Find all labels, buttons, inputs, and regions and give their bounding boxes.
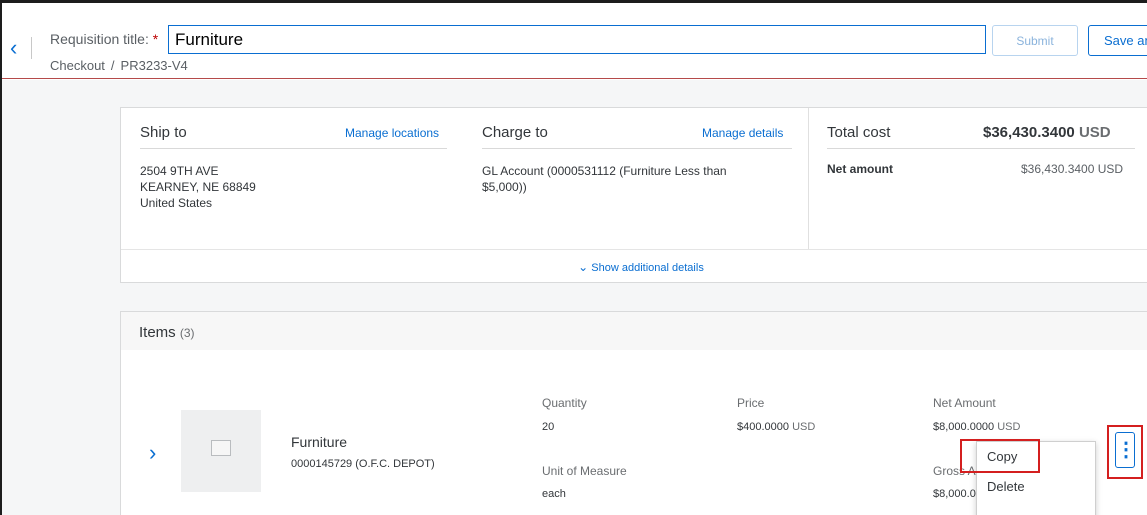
ship-to-title: Ship to bbox=[140, 124, 187, 141]
price-value: $400.0000 USD bbox=[737, 421, 816, 433]
ship-address: 2504 9TH AVE KEARNEY, NE 68849 United St… bbox=[140, 164, 256, 210]
show-additional-details[interactable]: ⌄ Show additional details bbox=[121, 249, 1147, 284]
page-header: ‹ Requisition title: * Checkout/PR3233-V… bbox=[2, 3, 1147, 79]
requisition-title-label: Requisition title: * bbox=[50, 31, 159, 47]
column-divider bbox=[808, 108, 809, 249]
uom-value: each bbox=[542, 488, 566, 500]
requisition-title-input[interactable] bbox=[168, 25, 986, 54]
charge-to-title: Charge to bbox=[482, 124, 548, 141]
chevron-left-icon: ‹ bbox=[10, 35, 18, 60]
item-name[interactable]: Furniture bbox=[291, 434, 347, 450]
expand-item-chevron-icon[interactable]: › bbox=[149, 440, 156, 466]
manage-locations-link[interactable]: Manage locations bbox=[345, 126, 439, 140]
manage-details-link[interactable]: Manage details bbox=[702, 126, 783, 140]
summary-card: Ship to Manage locations 2504 9TH AVE KE… bbox=[120, 107, 1147, 283]
required-marker: * bbox=[152, 31, 159, 47]
back-button[interactable]: ‹ bbox=[10, 37, 32, 59]
divider bbox=[482, 148, 792, 149]
breadcrumb-checkout[interactable]: Checkout bbox=[50, 58, 105, 73]
item-thumbnail bbox=[181, 410, 261, 492]
net-amount-item-value: $8,000.0000 USD bbox=[933, 421, 1021, 433]
app-window: ‹ Requisition title: * Checkout/PR3233-V… bbox=[0, 0, 1147, 515]
net-amount-item-label: Net Amount bbox=[933, 396, 996, 410]
price-label: Price bbox=[737, 396, 765, 410]
quantity-label: Quantity bbox=[542, 396, 587, 410]
net-amount-value: $36,430.3400 USD bbox=[1021, 162, 1124, 176]
divider bbox=[827, 148, 1135, 149]
more-options-highlight-box bbox=[1107, 425, 1143, 479]
divider bbox=[140, 148, 447, 149]
items-header: Items (3) bbox=[120, 311, 1147, 351]
gross-amount-value: $8,000.0 bbox=[933, 488, 976, 500]
save-button[interactable]: Save an bbox=[1088, 25, 1147, 56]
copy-highlight-box bbox=[960, 439, 1040, 473]
uom-label: Unit of Measure bbox=[542, 464, 627, 478]
charge-account: GL Account (0000531112 (Furniture Less t… bbox=[482, 164, 727, 194]
items-title: Items (3) bbox=[139, 324, 195, 341]
item-supplier: 0000145729 (O.F.C. DEPOT) bbox=[291, 458, 435, 470]
chevron-down-icon: ⌄ bbox=[578, 260, 589, 274]
total-cost-title: Total cost bbox=[827, 124, 891, 141]
image-placeholder-icon bbox=[211, 440, 231, 456]
breadcrumb-requisition-id: PR3233-V4 bbox=[120, 58, 188, 73]
submit-button[interactable]: Submit bbox=[992, 25, 1078, 56]
total-cost-amount: $36,430.3400 USD bbox=[983, 124, 1111, 141]
net-amount-label: Net amount bbox=[827, 162, 893, 176]
quantity-value: 20 bbox=[542, 421, 555, 433]
breadcrumb: Checkout / PR3233-V4 bbox=[50, 58, 188, 73]
menu-item-delete[interactable]: Delete bbox=[977, 472, 1097, 502]
